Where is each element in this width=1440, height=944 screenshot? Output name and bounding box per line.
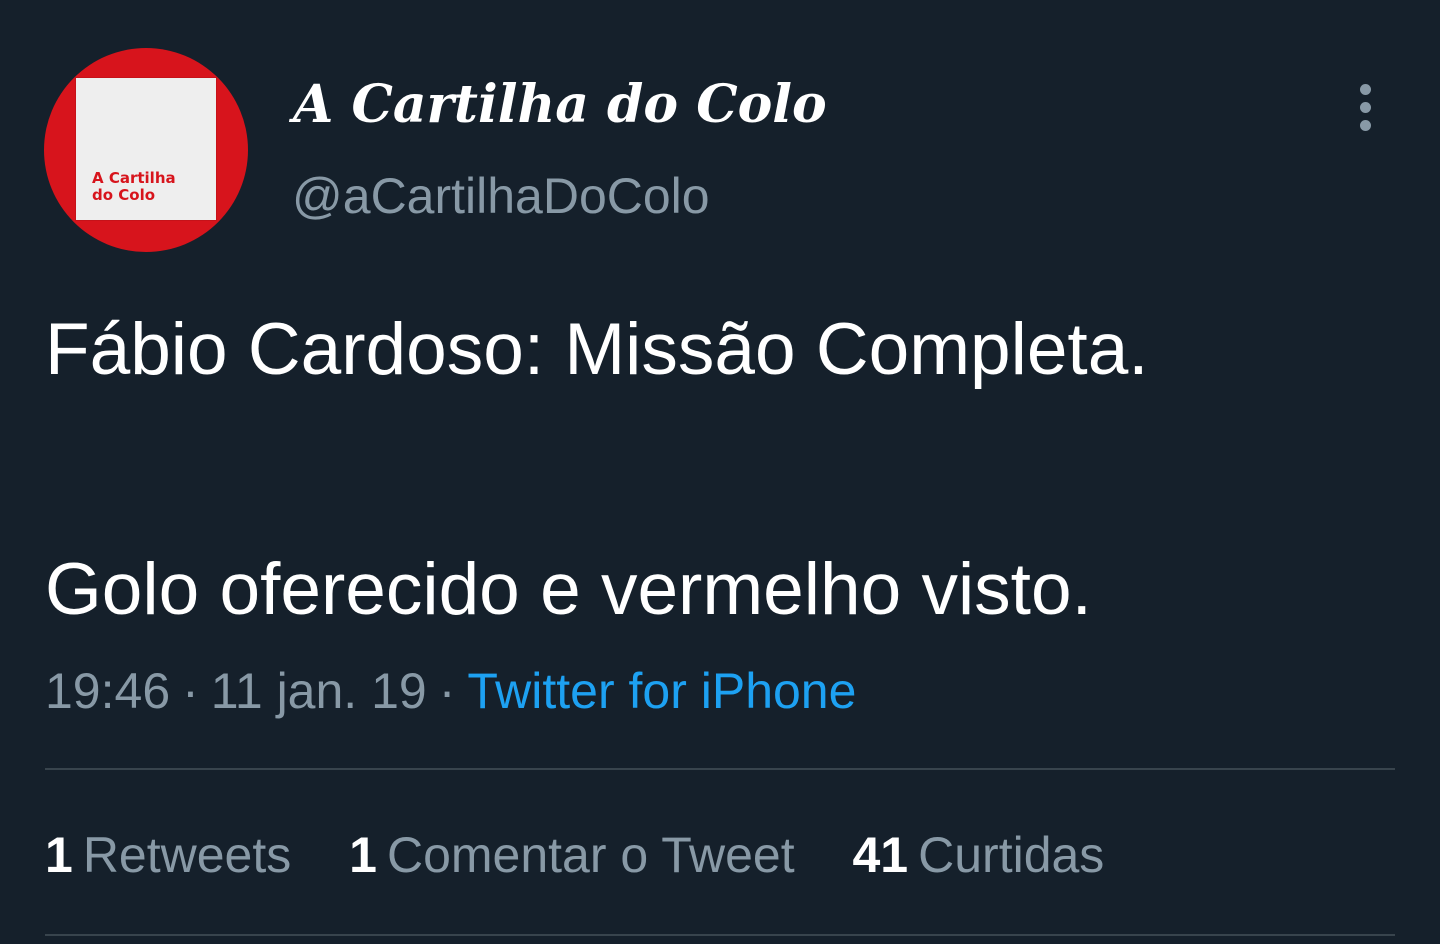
quote-tweets-count: 1: [349, 827, 377, 883]
avatar[interactable]: A Cartilha do Colo: [44, 48, 248, 252]
retweets-label: Retweets: [82, 827, 292, 883]
account-handle[interactable]: @aCartilhaDoColo: [292, 166, 710, 226]
retweets-count: 1: [45, 827, 73, 883]
avatar-logo-line-1: A Cartilha: [92, 169, 176, 187]
tweet-source-link[interactable]: Twitter for iPhone: [467, 663, 856, 719]
display-name[interactable]: A Cartilha do Colo: [293, 70, 827, 140]
meta-separator: ·: [438, 663, 456, 719]
likes-count: 41: [852, 827, 909, 883]
tweet-text-line-2: Golo oferecido e vermelho visto.: [45, 549, 1092, 630]
tweet-metadata: 19:46 · 11 jan. 19 · Twitter for iPhone: [45, 660, 856, 722]
tweet-detail: A Cartilha do Colo A Cartilha do Colo @a…: [0, 0, 1440, 944]
tweet-time: 19:46: [45, 663, 171, 719]
divider: [45, 934, 1395, 936]
avatar-logo-line-2: do Colo: [92, 186, 156, 204]
avatar-logo-card: A Cartilha do Colo: [76, 78, 216, 220]
avatar-logo-text: A Cartilha do Colo: [92, 170, 208, 204]
likes-label: Curtidas: [918, 827, 1105, 883]
retweets-stat[interactable]: 1 Retweets: [45, 824, 291, 886]
more-vertical-icon: [1358, 84, 1372, 132]
tweet-date: 11 jan. 19: [210, 663, 427, 719]
more-options-button[interactable]: [1340, 80, 1390, 136]
likes-stat[interactable]: 41 Curtidas: [853, 824, 1105, 886]
quote-tweets-label: Comentar o Tweet: [386, 827, 795, 883]
quote-tweets-stat[interactable]: 1 Comentar o Tweet: [349, 824, 794, 886]
divider: [45, 768, 1395, 770]
tweet-stats: 1 Retweets 1 Comentar o Tweet 41 Curtidas: [45, 824, 1148, 886]
meta-separator: ·: [182, 663, 199, 719]
tweet-text-line-1: Fábio Cardoso: Missão Completa.: [45, 309, 1149, 390]
